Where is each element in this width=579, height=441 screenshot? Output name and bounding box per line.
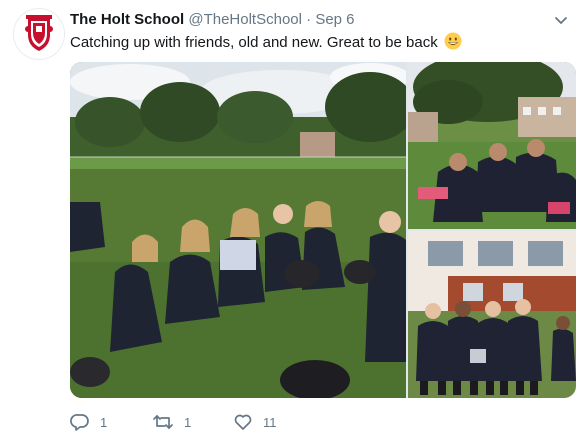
tweet-menu-button[interactable]: [553, 12, 569, 28]
tweet-card[interactable]: The Holt School @TheHoltSchool · Sep 6 C…: [0, 0, 579, 441]
tweet-actions: 1 1 11: [70, 410, 570, 434]
separator-dot: ·: [306, 11, 312, 28]
reply-icon: [70, 414, 89, 431]
reply-count: 1: [100, 414, 108, 430]
photo-students-by-building[interactable]: [408, 231, 576, 398]
photo-students-under-tree[interactable]: [408, 62, 576, 229]
photo-group-on-grass[interactable]: [70, 62, 406, 398]
tweet-text-body: Catching up with friends, old and new. G…: [70, 34, 438, 51]
chevron-down-icon: [555, 17, 567, 24]
tweet-media-grid: [70, 62, 576, 398]
crest-icon: [14, 9, 64, 59]
retweet-count: 1: [184, 414, 192, 430]
tweet-text: Catching up with friends, old and new. G…: [70, 32, 462, 56]
author-name[interactable]: The Holt School: [70, 11, 184, 28]
like-count: 11: [263, 414, 277, 430]
school-crest-avatar[interactable]: [13, 8, 65, 60]
author-handle[interactable]: @TheHoltSchool: [188, 11, 302, 28]
tweet-header: The Holt School @TheHoltSchool · Sep 6: [70, 11, 549, 33]
retweet-button[interactable]: 1: [152, 410, 191, 434]
heart-icon: [234, 414, 252, 430]
like-button[interactable]: 11: [233, 410, 277, 434]
grinning-face-emoji-icon: [444, 32, 462, 56]
reply-button[interactable]: 1: [70, 410, 107, 434]
retweet-icon: [153, 415, 173, 429]
tweet-timestamp[interactable]: Sep 6: [315, 11, 354, 28]
